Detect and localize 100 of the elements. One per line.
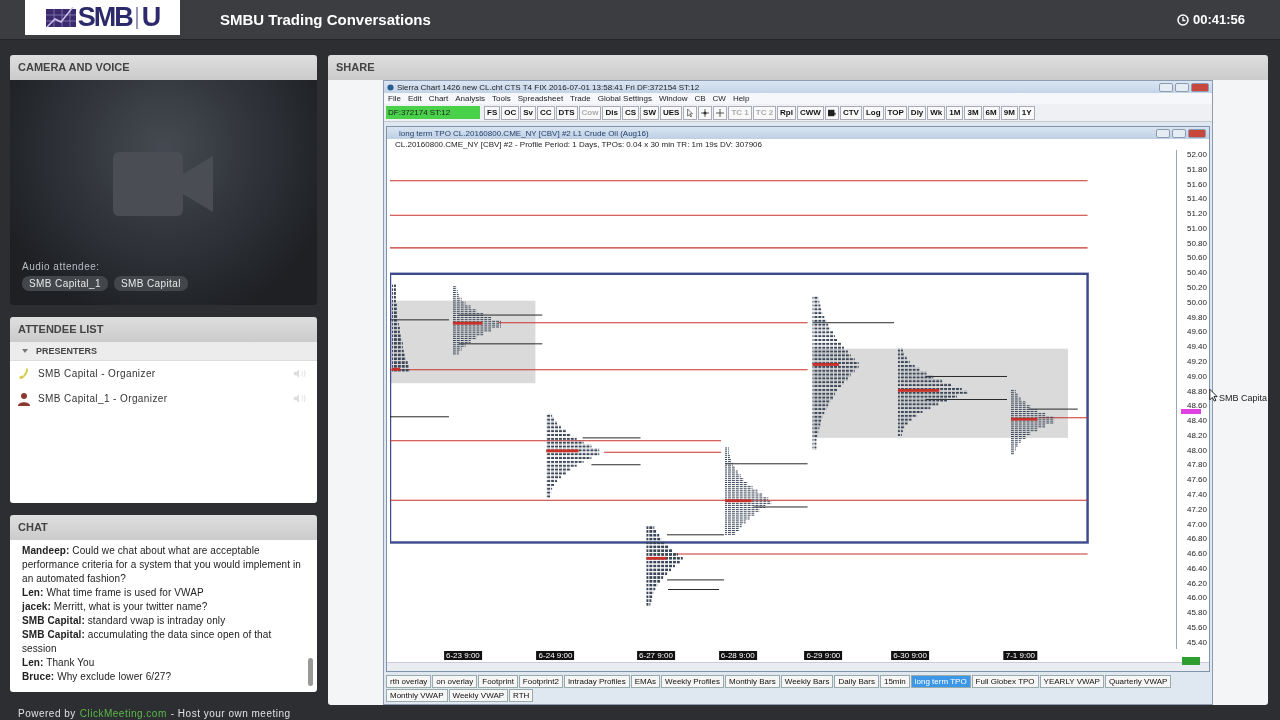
toolbar-button[interactable]: CTV (839, 105, 862, 120)
panel-header: CAMERA AND VOICE (10, 55, 317, 80)
chartbook-tab[interactable]: Daily Bars (834, 675, 879, 688)
toolbar-button[interactable]: OC (501, 105, 520, 120)
toolbar-button[interactable]: Dis (602, 105, 621, 120)
chartbook-tab[interactable]: EMAs (630, 675, 661, 688)
close-icon[interactable] (1188, 128, 1206, 138)
panel-header: ATTENDEE LIST (10, 317, 317, 342)
status-field: DF:372174 ST:12 (386, 106, 480, 119)
menu-item[interactable]: CB (694, 94, 706, 103)
chartbook-tab[interactable]: Monthly Bars (725, 675, 780, 688)
toolbar-button[interactable]: Rpl (777, 105, 796, 120)
pointer-tool-button[interactable] (683, 105, 698, 120)
group-header[interactable]: PRESENTERS (10, 342, 317, 361)
chartbook-tab[interactable]: Intraday Profiles (563, 675, 630, 688)
date-label: 6-27 9:00 (637, 651, 675, 660)
chart-window-title: long term TPO CL.20160800.CME_NY [CBV] #2 L1 Crude Oil (Aug16) (399, 128, 650, 138)
close-icon[interactable] (1191, 82, 1209, 92)
chartbook-tab[interactable]: Weekly Profiles (661, 675, 725, 688)
attendee-name: SMB Capital - Organizer (38, 368, 157, 379)
minimize-icon[interactable] (1156, 128, 1170, 138)
price-label: 47.80 (1186, 460, 1207, 470)
toolbar-button[interactable]: UES (659, 105, 683, 120)
price-label: 45.80 (1186, 608, 1207, 618)
toolbar-button[interactable]: 3M (964, 105, 982, 120)
price-marker (1181, 409, 1201, 414)
speaker-icon[interactable] (293, 394, 307, 403)
chartbook-tab[interactable]: Weekly VWAP (448, 689, 509, 702)
price-label: 48.20 (1186, 430, 1207, 440)
menu-item[interactable]: Tools (492, 94, 511, 103)
footer-text: - Host your own meeting (170, 708, 291, 719)
chart-bar-button[interactable] (824, 105, 839, 120)
toolbar-button[interactable]: 6M (982, 105, 1000, 120)
chartbook-tab[interactable]: Full Globex TPO (971, 675, 1039, 688)
menu-item[interactable]: Spreadsheet (517, 94, 564, 103)
price-label: 50.40 (1186, 268, 1207, 278)
date-label: 6-28 9:00 (718, 651, 757, 660)
speaker-icon[interactable] (293, 369, 307, 378)
menu-item[interactable]: Edit (407, 94, 422, 103)
price-label: 49.80 (1186, 312, 1207, 322)
crosshair-tool-button[interactable] (698, 105, 713, 120)
menu-item[interactable]: Analysis (455, 94, 486, 103)
price-label: 46.00 (1186, 593, 1207, 603)
crossline-tool-button[interactable] (713, 105, 728, 120)
toolbar-button[interactable]: Wk (927, 105, 946, 120)
menu-item[interactable]: Window (659, 94, 688, 103)
price-label: 49.20 (1186, 356, 1207, 366)
chartbook-tab[interactable]: rth overlay (386, 675, 432, 688)
scrollbar-thumb[interactable] (308, 658, 313, 686)
toolbar-button[interactable]: FS (484, 105, 501, 120)
date-label: 6-23 9:00 (443, 651, 482, 660)
menu-item[interactable]: Global Settings (597, 94, 652, 103)
menu-item[interactable]: File (388, 94, 401, 103)
attendee-chip: SMB Capital_1 (22, 276, 108, 291)
footer-link[interactable]: ClickMeeting.com (79, 708, 167, 719)
toolbar-button[interactable]: Log (862, 105, 884, 120)
toolbar-button[interactable]: SW (640, 105, 659, 120)
date-label: 6-29 9:00 (804, 651, 843, 660)
chartbook-tab[interactable]: RTH (509, 689, 534, 702)
toolbar-button[interactable]: CS (621, 105, 640, 120)
chartbook-tab[interactable]: on overlay (432, 675, 478, 688)
toolbar-button[interactable]: DTS (555, 105, 578, 120)
chartbook-tab[interactable]: 15min (879, 675, 910, 688)
chart-grid-icon (45, 6, 76, 29)
window-title: Sierra Chart 1426 new CL.cht CTS T4 FIX 2016-07-01 13:58:41 Fri DF:372154 ST:12 (397, 82, 701, 92)
date-label: 6-24 9:00 (536, 651, 575, 660)
price-label: 47.00 (1186, 519, 1207, 529)
price-label: 45.60 (1186, 623, 1207, 632)
chartbook-tab[interactable]: Footprint2 (518, 675, 563, 688)
chartbook-tab[interactable]: Footprint (478, 675, 518, 688)
person-icon (17, 391, 31, 406)
price-label: 51.00 (1186, 223, 1207, 233)
maximize-icon[interactable] (1175, 82, 1189, 92)
chartbook-tab[interactable]: Monthly VWAP (386, 689, 448, 702)
menu-item[interactable]: CW (712, 94, 726, 103)
toolbar-button[interactable]: CC (537, 105, 555, 120)
chartbook-tab[interactable]: YEARLY VWAP (1039, 675, 1104, 688)
menu-item[interactable]: Help (732, 94, 750, 103)
maximize-icon[interactable] (1172, 128, 1186, 138)
price-label: 46.20 (1186, 578, 1207, 588)
chartbook-tab[interactable]: Quarterly VWAP (1104, 675, 1172, 688)
toolbar-button[interactable]: 9M (1000, 105, 1018, 120)
horizontal-scrollbar[interactable] (387, 662, 1209, 671)
price-label: 51.40 (1186, 194, 1207, 204)
toolbar-button[interactable]: 1Y (1018, 105, 1035, 120)
logo-letter: U (141, 4, 160, 31)
toolbar-button[interactable]: TOP (884, 105, 907, 120)
price-label: 49.60 (1186, 327, 1207, 337)
price-label: 48.00 (1186, 445, 1207, 455)
minimize-icon[interactable] (1159, 82, 1173, 92)
chartbook-tab[interactable]: Weekly Bars (780, 675, 834, 688)
toolbar-button[interactable]: Dly (907, 105, 927, 120)
chat-message: jacek: Merritt, what is your twitter name? (22, 600, 209, 614)
toolbar-button[interactable]: 1M (946, 105, 964, 120)
chat-message: SMB Capital: standard vwap is intraday only (22, 614, 227, 628)
menu-item[interactable]: Trade (570, 94, 591, 103)
price-label: 50.60 (1186, 253, 1207, 263)
toolbar-button[interactable]: CWW (797, 105, 824, 120)
menu-item[interactable]: Chart (428, 94, 449, 103)
toolbar-button[interactable]: Sv (520, 105, 537, 120)
